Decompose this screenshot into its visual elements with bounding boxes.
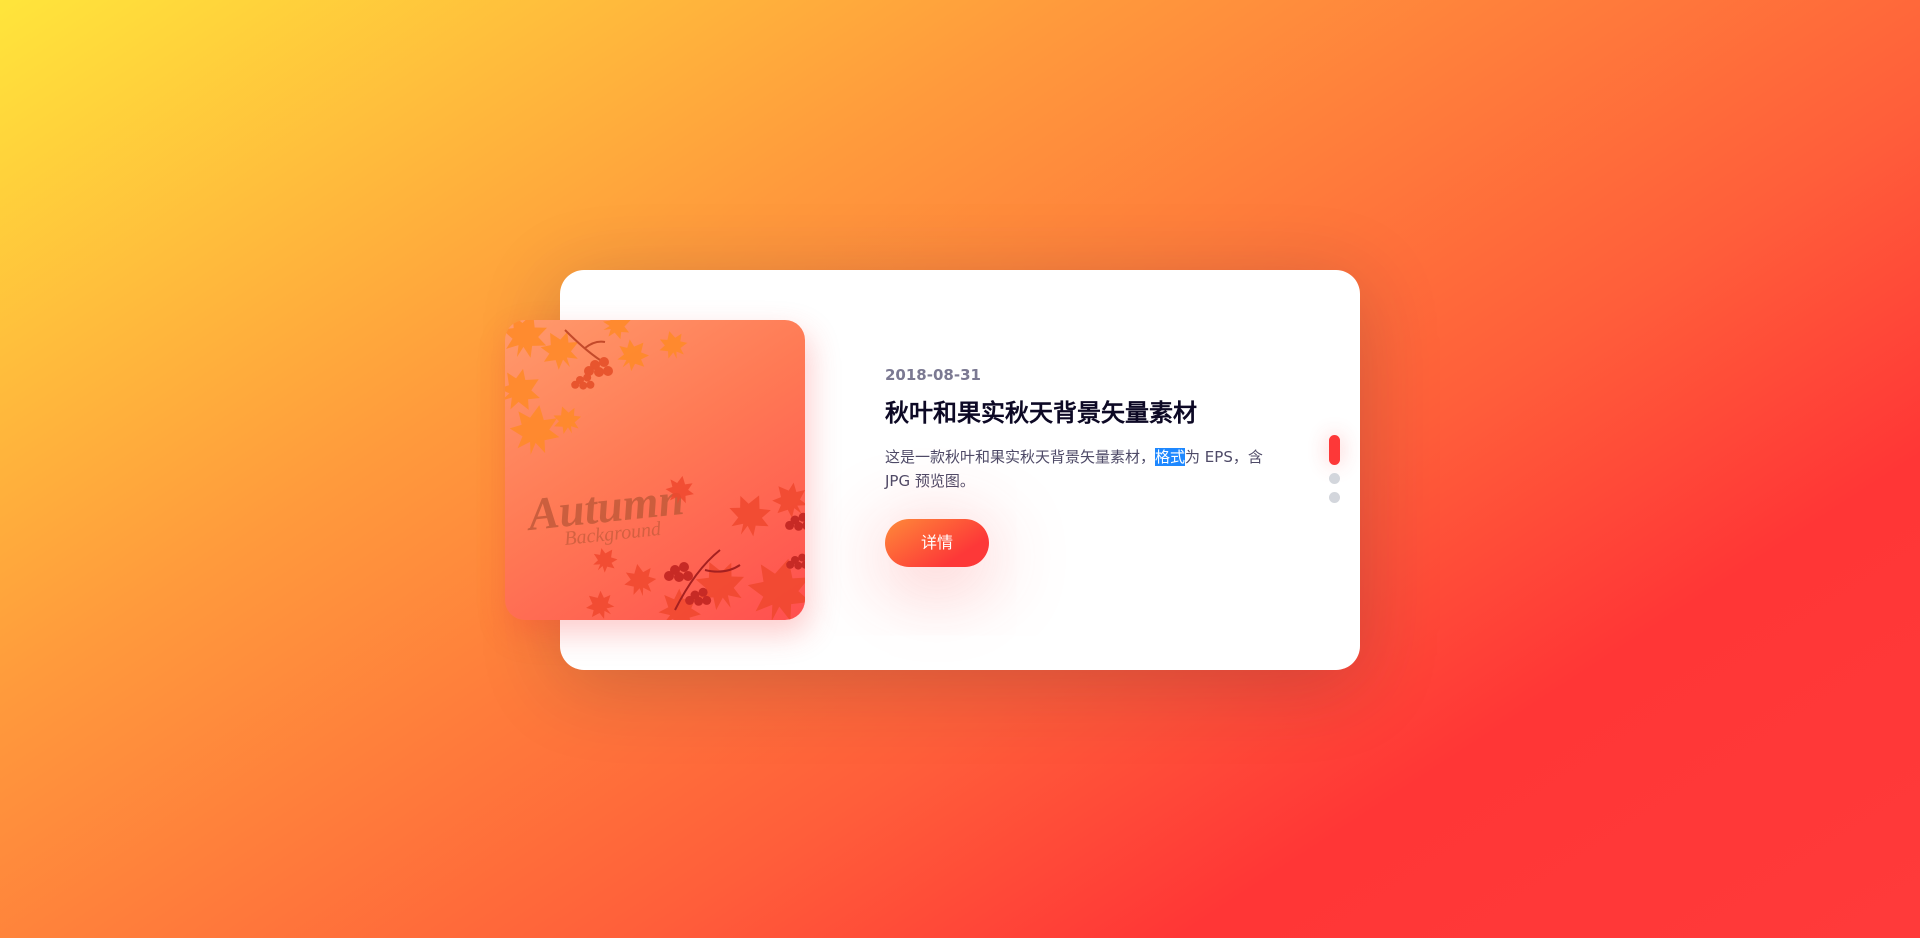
selected-text: 格式 [1155,448,1186,466]
berry-cluster-icon [564,329,613,390]
slider-pagination [1329,435,1340,511]
slide-description: 这是一款秋叶和果实秋天背景矢量素材，格式为 EPS，含 JPG 预览图。 [885,445,1285,493]
slide-date: 2018-08-31 [885,366,981,384]
slide-title: 秋叶和果实秋天背景矢量素材 [885,399,1197,427]
pagination-bullet-active[interactable] [1329,435,1340,465]
slide-content: 2018-08-31 秋叶和果实秋天背景矢量素材 这是一款秋叶和果实秋天背景矢量… [885,365,1285,567]
read-more-button[interactable]: 详情 [885,519,989,567]
pagination-bullet[interactable] [1329,473,1340,484]
description-text-part: 这是一款秋叶和果实秋天背景矢量素材， [885,448,1156,466]
slide-image: Autumn Background [505,320,805,620]
pagination-bullet[interactable] [1329,492,1340,503]
